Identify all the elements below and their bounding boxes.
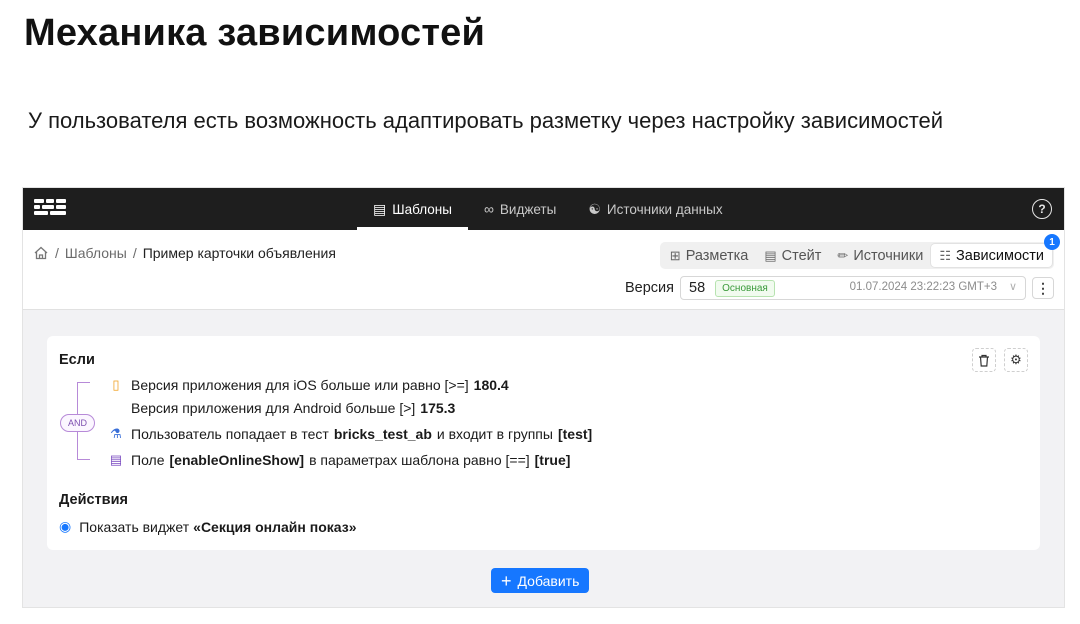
templates-icon: ▤ [373, 201, 387, 217]
action-show-widget[interactable]: ◉ Показать виджет «Секция онлайн показ» [59, 518, 356, 535]
nav-item-label: Виджеты [499, 201, 557, 217]
condition-value: 175.3 [420, 400, 456, 416]
add-button-label: Добавить [517, 572, 580, 589]
document-icon: ▤ [109, 452, 123, 467]
mobile-device-icon: ▯ [112, 377, 120, 392]
breadcrumb-item-current: Пример карточки объявления [142, 245, 336, 261]
breadcrumb-separator: / [55, 245, 59, 261]
add-button[interactable]: + Добавить [491, 568, 590, 593]
dependency-rule-card: ⚙ Если AND ▯ Версия приложения для iOS б… [47, 336, 1040, 550]
slide-description: У пользователя есть возможность адаптиро… [28, 108, 944, 133]
tab-state[interactable]: ▤ Стейт [756, 244, 829, 267]
slide-title: Механика зависимостей [24, 12, 486, 54]
card-actions: ⚙ [972, 348, 1028, 372]
nav-item-templates[interactable]: ▤ Шаблоны [357, 188, 468, 230]
condition-template-param[interactable]: ▤ Поле [enableOnlineShow] в параметрах ш… [109, 452, 575, 468]
and-operator-badge[interactable]: AND [60, 414, 95, 432]
plus-icon: + [501, 570, 512, 591]
sources-icon: ✏ [837, 247, 849, 263]
condition-value: [true] [534, 452, 571, 468]
tab-label: Источники [853, 247, 924, 264]
version-date: 01.07.2024 23:22:23 GMT+3 [849, 281, 997, 293]
breadcrumb-item-templates[interactable]: Шаблоны [65, 245, 127, 261]
gear-icon: ⚙ [1010, 352, 1022, 367]
page-header: / Шаблоны / Пример карточки объявления ⊞… [23, 230, 1064, 310]
dependencies-icon: ☷ [939, 247, 951, 263]
condition-text: и входит в группы [436, 426, 553, 442]
condition-text: Версия приложения для iOS больше или рав… [131, 377, 469, 393]
condition-text: Поле [131, 452, 165, 468]
delete-button[interactable] [972, 348, 996, 372]
datasource-icon: ☯ [588, 201, 601, 217]
help-icon[interactable]: ? [1032, 199, 1052, 219]
actions-section-title: Действия [59, 492, 128, 508]
main-nav: ▤ Шаблоны ∞ Виджеты ☯ Источники данных [357, 188, 739, 230]
layout-icon: ⊞ [669, 247, 681, 263]
view-tabs: ⊞ Разметка ▤ Стейт ✏ Источники ☷ Зависим… [659, 234, 1060, 269]
logo[interactable] [34, 199, 66, 219]
tab-dependencies[interactable]: ☷ Зависимости [931, 244, 1052, 267]
nav-item-label: Источники данных [606, 201, 723, 217]
settings-button[interactable]: ⚙ [1004, 348, 1028, 372]
tab-sources[interactable]: ✏ Источники [829, 244, 931, 267]
tab-label: Разметка [685, 247, 749, 264]
tab-label: Стейт [781, 247, 822, 264]
condition-android-version[interactable]: Версия приложения для Android больше [>]… [109, 400, 460, 416]
condition-value: [enableOnlineShow] [169, 452, 305, 468]
nav-item-label: Шаблоны [392, 201, 452, 217]
version-status-badge: Основная [715, 279, 775, 297]
app-window: ▤ Шаблоны ∞ Виджеты ☯ Источники данных ?… [22, 187, 1065, 608]
notification-badge: 1 [1044, 234, 1060, 250]
chevron-down-icon: ∨ [1008, 281, 1017, 293]
condition-text: Пользователь попадает в тест [131, 426, 329, 442]
tab-layout[interactable]: ⊞ Разметка [662, 244, 757, 267]
nav-item-datasources[interactable]: ☯ Источники данных [572, 188, 738, 230]
top-navbar: ▤ Шаблоны ∞ Виджеты ☯ Источники данных ? [23, 188, 1064, 230]
version-label: Версия [624, 280, 674, 296]
condition-text: в параметрах шаблона равно [==] [309, 452, 530, 468]
widgets-icon: ∞ [483, 201, 494, 217]
condition-ios-version[interactable]: ▯ Версия приложения для iOS больше или р… [109, 377, 514, 393]
breadcrumb: / Шаблоны / Пример карточки объявления [33, 245, 336, 261]
action-target: «Секция онлайн показ» [193, 518, 357, 535]
condition-value: bricks_test_ab [333, 426, 432, 442]
action-text: Показать виджет [79, 518, 190, 535]
condition-value: [test] [557, 426, 593, 442]
version-select[interactable]: 58 Основная 01.07.2024 23:22:23 GMT+3 ∨ [680, 276, 1026, 300]
version-row: Версия 58 Основная 01.07.2024 23:22:23 G… [625, 276, 1054, 300]
flask-icon: ⚗ [110, 426, 122, 441]
state-icon: ▤ [764, 247, 777, 263]
condition-value: 180.4 [473, 377, 509, 393]
home-icon[interactable] [33, 245, 49, 261]
condition-section-title: Если [59, 352, 95, 368]
eye-icon: ◉ [59, 518, 72, 534]
condition-ab-test[interactable]: ⚗ Пользователь попадает в тест bricks_te… [109, 426, 597, 442]
more-options-button[interactable]: ⋮ [1032, 277, 1054, 299]
condition-text: Версия приложения для Android больше [>] [131, 400, 416, 416]
version-number: 58 [689, 280, 706, 296]
nav-item-widgets[interactable]: ∞ Виджеты [468, 188, 572, 230]
trash-icon [979, 354, 989, 367]
breadcrumb-separator: / [132, 245, 137, 261]
tab-label: Зависимости [956, 247, 1044, 264]
